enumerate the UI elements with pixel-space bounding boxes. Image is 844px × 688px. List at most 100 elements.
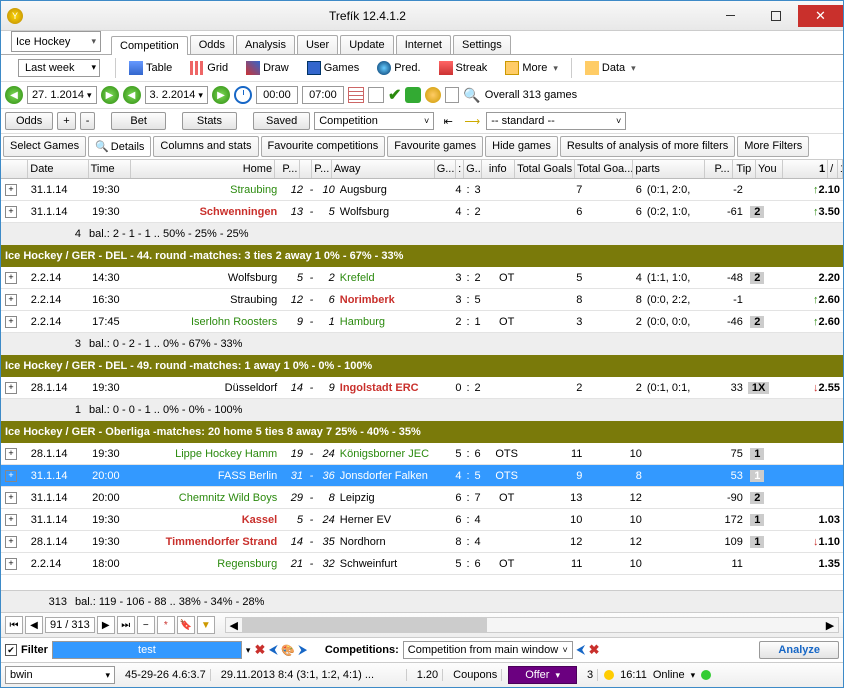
export-icon[interactable]: ⇤ [438,115,458,128]
more-dropdown[interactable]: More [498,58,565,78]
main-tab-settings[interactable]: Settings [453,35,511,54]
subtab-3[interactable]: Favourite competitions [261,136,386,157]
horizontal-scrollbar[interactable]: ◀▶ [225,617,839,633]
pred-button[interactable]: Pred. [370,58,427,78]
main-tab-internet[interactable]: Internet [396,35,451,54]
exit-icon[interactable]: ⟶ [462,115,482,128]
games-button[interactable]: Games [300,58,366,78]
pager-position[interactable]: 91 / 313 [45,617,95,633]
filter-palette-icon[interactable]: 🎨 [281,644,295,657]
pager-last[interactable]: ⏭ [117,616,135,634]
check-icon[interactable]: ✔ [388,85,401,105]
draw-button[interactable]: Draw [239,58,296,78]
main-tab-competition[interactable]: Competition [111,36,188,55]
view-combo[interactable]: -- standard --˅ [486,112,626,130]
expand-icon[interactable]: + [5,558,17,570]
expand-icon[interactable]: + [5,316,17,328]
subtab-0[interactable]: Select Games [3,136,86,157]
main-tab-update[interactable]: Update [340,35,393,54]
comp-clear-icon[interactable]: ✖ [589,642,600,658]
pager-minus[interactable]: − [137,616,155,634]
expand-icon[interactable]: + [5,470,17,482]
maximize-button[interactable] [753,5,798,27]
pager-first[interactable]: ⏮ [5,616,23,634]
date-from[interactable]: 27. 1.2014▾ [27,86,97,104]
subtab-2[interactable]: Columns and stats [153,136,258,157]
pager-prev[interactable]: ◀ [25,616,43,634]
filter-name-combo[interactable]: test [52,641,242,659]
odds-button[interactable]: Odds [5,112,53,130]
refresh-icon[interactable] [405,87,421,103]
comp-left-icon[interactable]: ⮜ [577,644,585,657]
expand-icon[interactable]: + [5,206,17,218]
match-row[interactable]: +31.1.1420:00FASS Berlin31-36Jonsdorfer … [1,465,843,487]
expand-icon[interactable]: + [5,536,17,548]
sport-dropdown[interactable]: Ice Hockey [11,31,101,52]
minimize-button[interactable] [708,5,753,27]
date-from-next[interactable]: ▶ [101,86,119,104]
offer-button[interactable]: Offer [508,666,577,684]
filter-checkbox[interactable]: ✔ [5,644,17,656]
period-dropdown[interactable]: Last week [18,59,100,77]
subtab-6[interactable]: Results of analysis of more filters [560,136,735,157]
pager-bookmark[interactable]: 🔖 [177,616,195,634]
main-tab-user[interactable]: User [297,35,338,54]
expand-icon[interactable]: + [5,448,17,460]
expand-icon[interactable]: + [5,294,17,306]
date-to-next[interactable]: ▶ [212,86,230,104]
match-row[interactable]: +2.2.1418:00Regensburg21-32Schweinfurt5:… [1,553,843,575]
pager-next[interactable]: ▶ [97,616,115,634]
table-button[interactable]: Table [122,58,179,78]
coupons-button[interactable]: Coupons [449,669,502,681]
streak-button[interactable]: Streak [432,58,495,78]
subtab-1[interactable]: 🔍Details [88,136,151,157]
clock-icon[interactable] [234,86,252,104]
group-combo[interactable]: Competition˅ [314,112,434,130]
subtab-5[interactable]: Hide games [485,136,558,157]
grid-body[interactable]: +31.1.1419:30Straubing12-10Augsburg4:376… [1,179,843,575]
subtab-7[interactable]: More Filters [737,136,809,157]
minus-button[interactable]: - [80,112,96,130]
date-from-prev[interactable]: ◀ [5,86,23,104]
date-to[interactable]: 3. 2.2014▾ [145,86,208,104]
doc-icon[interactable] [445,87,459,103]
match-row[interactable]: +31.1.1419:30Kassel5-24Herner EV6:410101… [1,509,843,531]
match-row[interactable]: +2.2.1417:45Iserlohn Roosters9-1Hamburg2… [1,311,843,333]
bet-button[interactable]: Bet [111,112,166,130]
search-icon[interactable]: 🔍 [463,87,480,104]
expand-icon[interactable]: + [5,514,17,526]
match-row[interactable]: +2.2.1414:30Wolfsburg5-2Krefeld3:2OT54(1… [1,267,843,289]
coins-icon[interactable] [425,87,441,103]
filter-clear-icon[interactable]: ✖ [254,642,265,658]
analyze-button[interactable]: Analyze [759,641,839,659]
close-button[interactable]: ✕ [798,5,843,27]
main-tab-odds[interactable]: Odds [190,35,234,54]
expand-icon[interactable]: + [5,272,17,284]
match-row[interactable]: +28.1.1419:30Düsseldorf14-9Ingolstadt ER… [1,377,843,399]
time-to[interactable]: 07:00 [302,86,344,104]
plus-button[interactable]: + [57,112,75,130]
match-row[interactable]: +31.1.1419:30Straubing12-10Augsburg4:376… [1,179,843,201]
stats-button[interactable]: Stats [182,112,237,130]
filter-right-icon[interactable]: ⮞ [299,644,307,657]
expand-icon[interactable]: + [5,382,17,394]
match-row[interactable]: +31.1.1420:00Chemnitz Wild Boys29-8Leipz… [1,487,843,509]
competitions-combo[interactable]: Competition from main window˅ [403,641,573,659]
filter-left-icon[interactable]: ⮜ [269,644,277,657]
match-row[interactable]: +31.1.1419:30Schwenningen13-5Wolfsburg4:… [1,201,843,223]
date-to-prev[interactable]: ◀ [123,86,141,104]
time-from[interactable]: 00:00 [256,86,298,104]
pager-star[interactable]: * [157,616,175,634]
match-row[interactable]: +28.1.1419:30Lippe Hockey Hamm19-24König… [1,443,843,465]
bookmaker-combo[interactable]: bwin▾ [5,666,115,684]
saved-button[interactable]: Saved [253,112,310,130]
pager-funnel[interactable]: ▼ [197,616,215,634]
expand-icon[interactable]: + [5,184,17,196]
main-tab-analysis[interactable]: Analysis [236,35,295,54]
match-row[interactable]: +28.1.1419:30Timmendorfer Strand14-35Nor… [1,531,843,553]
subtab-4[interactable]: Favourite games [387,136,483,157]
expand-icon[interactable]: + [5,492,17,504]
grid-icon[interactable] [348,87,364,103]
calendar-icon[interactable] [368,87,384,103]
data-dropdown[interactable]: Data [578,58,643,78]
